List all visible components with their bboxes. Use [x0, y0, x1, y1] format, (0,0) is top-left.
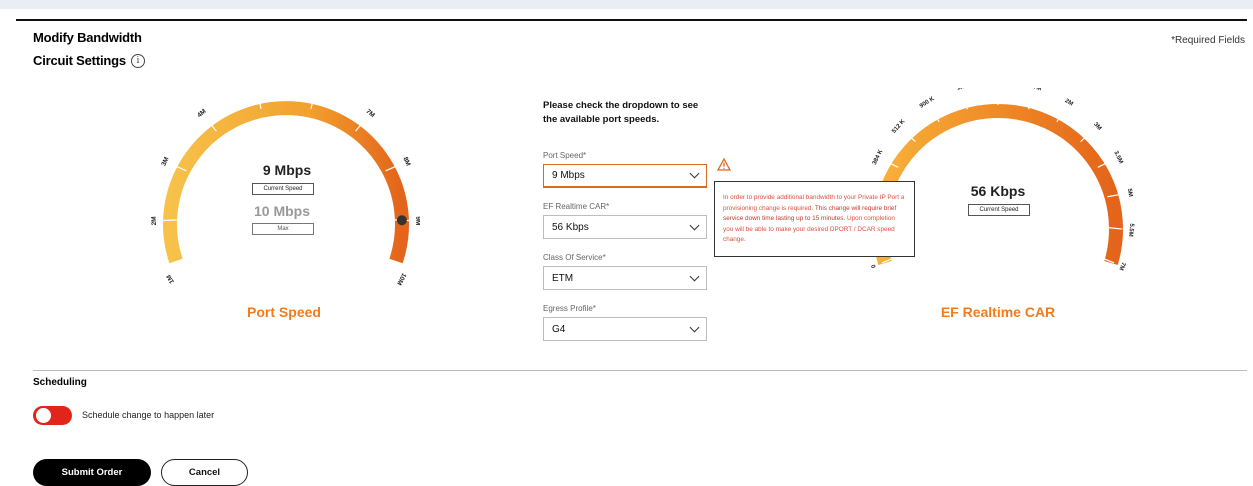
ef-realtime-field: EF Realtime CAR* 56 Kbps: [543, 202, 713, 239]
gauge-tick-label: 5M: [1126, 188, 1133, 197]
circuit-form: Please check the dropdown to see the ava…: [543, 99, 713, 355]
gauge-tick-label: 384 K: [872, 148, 885, 166]
warning-icon: [717, 158, 731, 171]
schedule-later-toggle[interactable]: [33, 406, 72, 425]
gauge-tick-label: 8M: [401, 156, 411, 167]
egress-profile-value: G4: [552, 323, 566, 335]
required-fields-note: *Required Fields: [1171, 35, 1245, 46]
submit-order-button[interactable]: Submit Order: [33, 459, 151, 486]
class-of-service-field: Class Of Service* ETM: [543, 253, 713, 290]
gauge-tick-label: 5.5M: [1127, 223, 1134, 237]
dropdown-hint: Please check the dropdown to see the ava…: [543, 100, 699, 125]
provisioning-warning-tooltip: In order to provide additional bandwidth…: [714, 181, 915, 257]
gauge-tick: [381, 267, 394, 276]
info-icon[interactable]: i: [130, 53, 145, 68]
gauge-tick-label: 10M: [395, 272, 407, 286]
port-speed-select[interactable]: 9 Mbps: [543, 164, 707, 188]
chevron-down-icon: [689, 271, 700, 281]
ef-current-caption: Current Speed: [968, 204, 1030, 216]
egress-profile-label: Egress Profile*: [543, 304, 596, 313]
gauge-tick-label: 1.7M: [1028, 88, 1042, 92]
class-of-service-label: Class Of Service*: [543, 253, 606, 262]
port-current-value: 9 Mbps: [262, 162, 312, 178]
gauge-tick: [178, 267, 191, 276]
gauge-tick-label: 4M: [196, 108, 207, 119]
page-title: Modify Bandwidth: [33, 30, 142, 45]
gauge-tick-label: 1M: [165, 273, 176, 284]
class-of-service-value: ETM: [552, 272, 574, 284]
gauge-tick-label: 3M: [160, 156, 170, 167]
scheduling-heading: Scheduling: [33, 377, 87, 388]
circuit-settings-label: Circuit Settings: [33, 53, 126, 68]
egress-profile-select[interactable]: G4: [543, 317, 707, 341]
section-top-rule: [16, 19, 1247, 21]
gauge-tick: [1028, 95, 1034, 110]
chevron-down-icon: [689, 168, 700, 179]
port-speed-label: Port Speed*: [543, 151, 587, 160]
ef-current-value: 56 Kbps: [970, 183, 1026, 199]
gauge-tick-label: 512 K: [891, 118, 907, 134]
gauge-tick-label: 7M: [364, 108, 375, 119]
port-current-caption: Current Speed: [252, 183, 314, 195]
class-of-service-select[interactable]: ETM: [543, 266, 707, 290]
egress-profile-field: Egress Profile* G4: [543, 304, 713, 341]
toggle-knob: [36, 408, 51, 423]
gauge-tick-label: 7M: [1117, 261, 1126, 271]
ef-realtime-value: 56 Kbps: [552, 221, 589, 233]
schedule-later-label: Schedule change to happen later: [82, 410, 215, 420]
port-speed-value: 9 Mbps: [552, 170, 585, 181]
gauge-tick: [1056, 109, 1065, 123]
port-max-value: 10 Mbps: [253, 203, 310, 219]
gauge-tick-label: 0: [871, 263, 878, 269]
gauge-tick: [931, 109, 940, 123]
gauge-tick-label: 1M: [956, 88, 966, 92]
port-speed-field: Port Speed* 9 Mbps: [543, 151, 713, 188]
browser-top-strip: [0, 0, 1253, 9]
port-speed-indicator: [396, 215, 407, 226]
ef-realtime-select[interactable]: 56 Kbps: [543, 215, 707, 239]
gauge-tick-label: 2M: [151, 216, 158, 225]
gauge-tick-label: 900 K: [919, 96, 936, 110]
section-divider: [33, 370, 1247, 371]
ef-realtime-title: EF Realtime CAR: [940, 304, 1056, 320]
gauge-tick-label: 3.5M: [1112, 150, 1123, 165]
gauge-tick-label: 3M: [1092, 122, 1102, 132]
circuit-settings-heading: Circuit Settings i: [33, 53, 145, 68]
cancel-button[interactable]: Cancel: [161, 459, 248, 486]
port-max-caption: Max: [252, 223, 314, 235]
gauge-tick: [962, 95, 968, 110]
ef-realtime-label: EF Realtime CAR*: [543, 202, 610, 211]
gauge-tick-label: 2M: [1064, 98, 1074, 108]
gauge-tick-label: 9M: [414, 216, 420, 225]
port-speed-title: Port Speed: [247, 304, 321, 320]
gauge-tick: [163, 219, 178, 222]
chevron-down-icon: [689, 220, 700, 230]
chevron-down-icon: [689, 322, 700, 332]
